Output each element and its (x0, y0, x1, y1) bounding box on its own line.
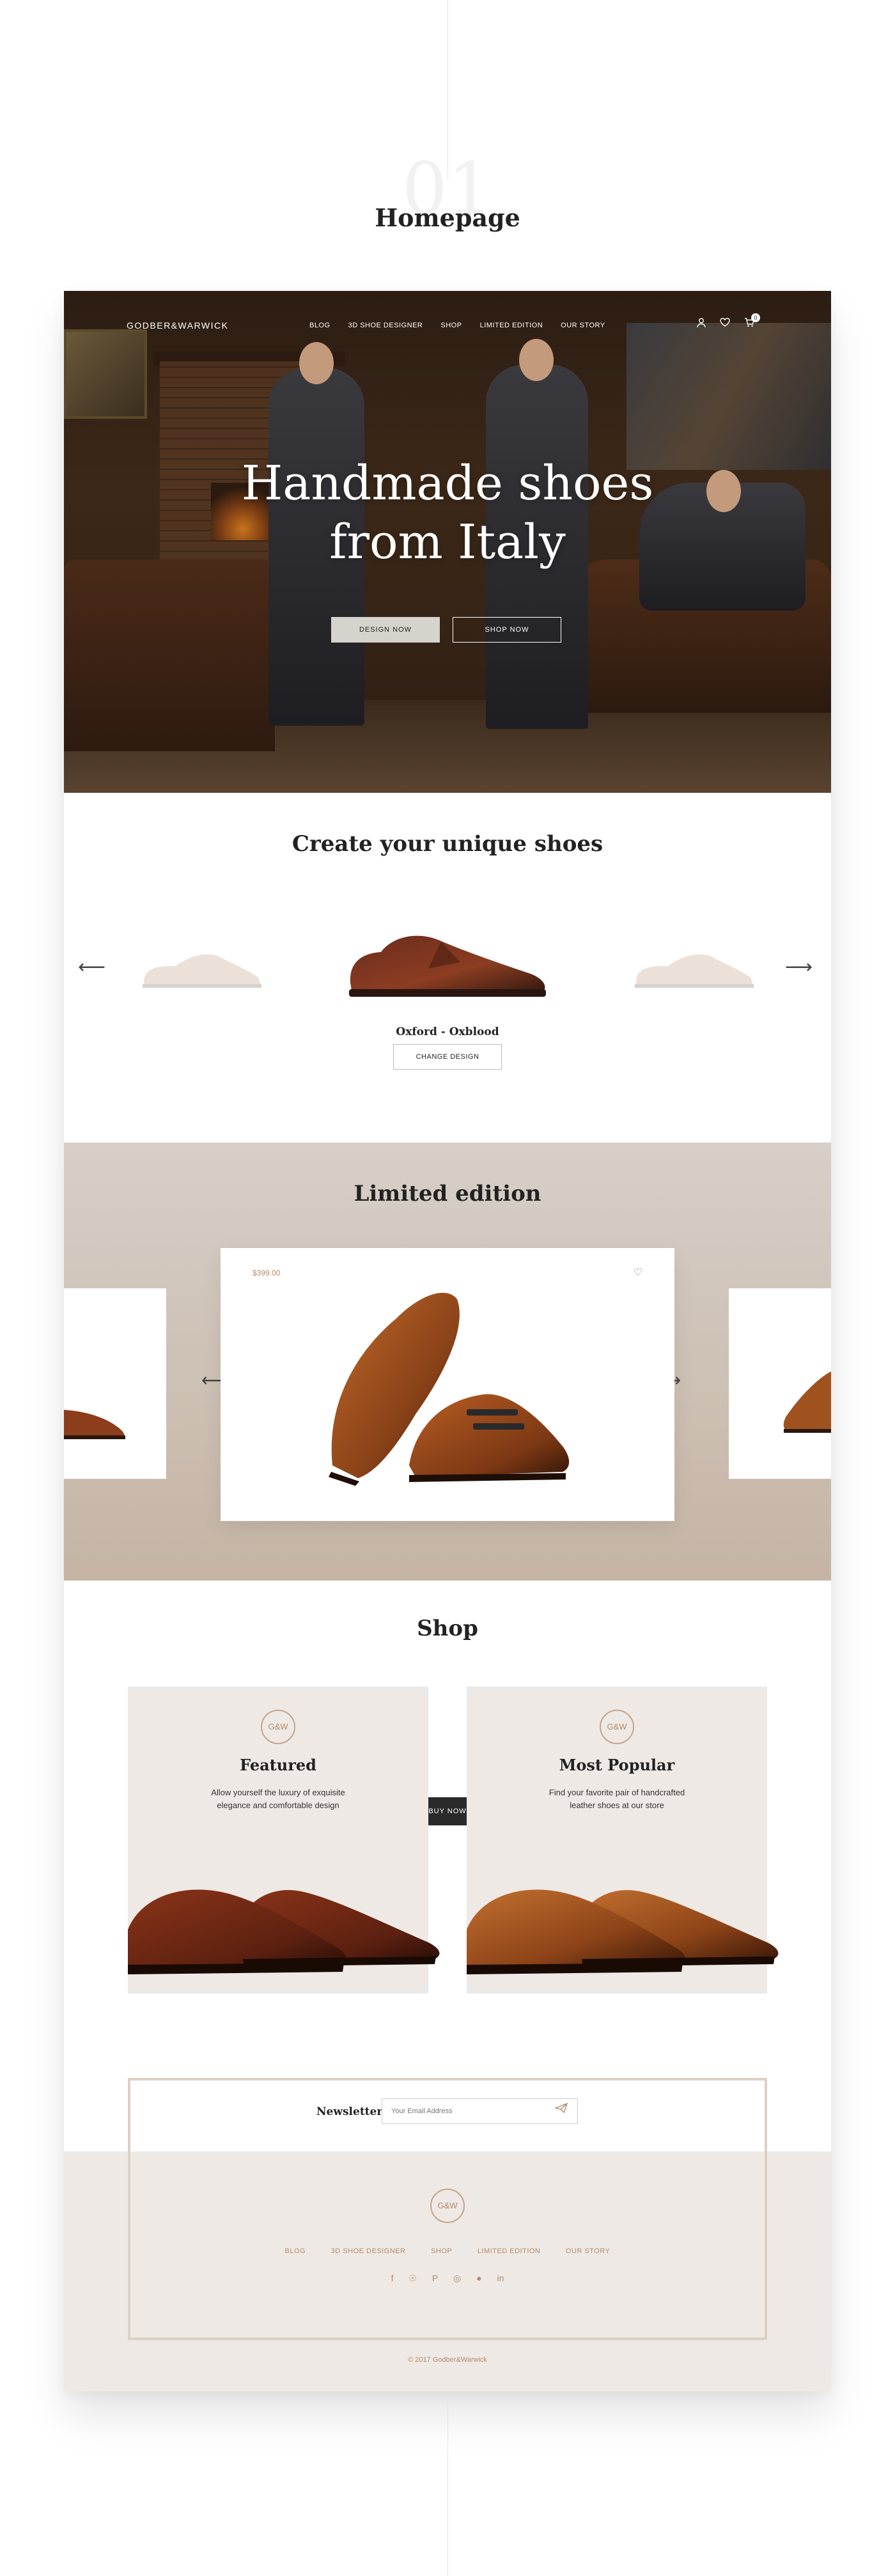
product-card-next[interactable] (729, 1288, 831, 1479)
footer-menu: BLOG 3D SHOE DESIGNER SHOP LIMITED EDITI… (64, 2247, 831, 2255)
shoe-name: Oxford - Oxblood (396, 1026, 499, 1038)
weibo-icon[interactable]: ☉ (409, 2273, 417, 2283)
copyright-text: © 2017 Godber&Warwick (408, 2356, 487, 2364)
monk-strap-shoes-image (329, 1293, 570, 1486)
newsletter-label: Newsletter (316, 2105, 383, 2118)
user-icon[interactable] (697, 318, 706, 331)
brogue-oxblood-shoes-image (128, 1889, 440, 1974)
cap-toe-tan-shoes-image (467, 1889, 779, 1974)
page-label: Homepage (375, 203, 520, 232)
footer-link-blog[interactable]: BLOG (285, 2247, 306, 2255)
model-left-head (299, 342, 334, 384)
heart-icon[interactable] (720, 318, 730, 331)
footer-link-shop[interactable]: SHOP (431, 2247, 452, 2255)
shop-card-title: Most Popular (559, 1756, 675, 1774)
gw-logo-icon: G&W (600, 1710, 634, 1744)
facebook-icon[interactable]: f (391, 2273, 394, 2283)
design-now-button[interactable]: DESIGN NOW (331, 617, 440, 643)
nav-item-blog[interactable]: BLOG (309, 322, 331, 329)
limited-edition-section: Limited edition ⟵ ⟶ $399.00 ♡ (64, 1143, 831, 1581)
email-input[interactable] (382, 2098, 578, 2124)
hero-title-line-1: Handmade shoes (241, 456, 654, 511)
top-navigation: GODBER&WARWICK BLOG 3D SHOE DESIGNER SHO… (64, 291, 831, 342)
linkedin-icon[interactable]: in (497, 2273, 504, 2283)
shop-card-desc-line-1: Allow yourself the luxury of exquisite (211, 1788, 345, 1797)
shop-card-most-popular[interactable]: G&W Most Popular Find your favorite pair… (467, 1687, 779, 1994)
footer-link-our-story[interactable]: OUR STORY (566, 2247, 611, 2255)
limited-section-title: Limited edition (354, 1181, 541, 1206)
bottom-divider-line (447, 2404, 448, 2576)
shop-card-desc-line-1: Find your favorite pair of handcrafted (549, 1788, 685, 1797)
shoe-prev-faded[interactable] (137, 943, 265, 994)
wall-art (626, 323, 831, 470)
wechat-icon[interactable]: ● (476, 2273, 481, 2283)
arrow-left-icon[interactable]: ⟵ (78, 956, 105, 978)
shoe-prev-image (64, 1410, 125, 1439)
shop-card-title: Featured (240, 1756, 316, 1774)
wall-painting (64, 329, 147, 419)
brand-logo[interactable]: GODBER&WARWICK (127, 320, 228, 331)
hero-section: GODBER&WARWICK BLOG 3D SHOE DESIGNER SHO… (64, 291, 831, 793)
pinterest-icon[interactable]: P (432, 2273, 438, 2283)
shop-card-featured[interactable]: G&W Featured Allow yourself the luxury o… (128, 1687, 440, 1994)
gw-logo-icon: G&W (261, 1710, 295, 1744)
cart-count-badge: 0 (751, 313, 760, 322)
shop-card-description: Allow yourself the luxury of exquisite e… (185, 1786, 371, 1812)
shop-card-description: Find your favorite pair of handcrafted l… (524, 1786, 710, 1812)
cart-icon[interactable]: 0 (744, 313, 760, 331)
product-card-prev[interactable] (64, 1288, 166, 1479)
product-price: $399.00 (253, 1268, 281, 1277)
hero-title: Handmade shoes from Italy (64, 454, 831, 572)
model-center-head (519, 339, 554, 381)
shop-section-title: Shop (417, 1616, 478, 1641)
shoe-oxford-oxblood[interactable] (345, 924, 550, 1007)
nav-item-limited-edition[interactable]: LIMITED EDITION (480, 322, 543, 329)
arrow-right-icon[interactable]: ⟶ (785, 956, 813, 978)
wishlist-heart-icon[interactable]: ♡ (634, 1266, 642, 1279)
instagram-icon[interactable]: ◎ (453, 2273, 461, 2283)
nav-item-our-story[interactable]: OUR STORY (561, 322, 605, 329)
nav-item-3d-shoe-designer[interactable]: 3D SHOE DESIGNER (348, 322, 423, 329)
create-section-title: Create your unique shoes (292, 831, 603, 857)
nav-icons: 0 (697, 313, 760, 331)
product-card-featured[interactable]: $399.00 ♡ (221, 1248, 674, 1521)
shop-card-desc-line-2: leather shoes at our store (570, 1800, 664, 1810)
footer-link-limited-edition[interactable]: LIMITED EDITION (478, 2247, 541, 2255)
leather-sofa-left (64, 559, 275, 751)
hero-title-line-2: from Italy (329, 515, 566, 570)
footer-gw-logo-icon[interactable]: G&W (430, 2189, 465, 2223)
main-menu: BLOG 3D SHOE DESIGNER SHOP LIMITED EDITI… (309, 322, 623, 329)
shop-now-button[interactable]: SHOP NOW (453, 617, 561, 643)
nav-item-shop[interactable]: SHOP (440, 322, 462, 329)
shoe-next-faded[interactable] (630, 943, 758, 994)
social-icons: f ☉ P ◎ ● in (64, 2273, 831, 2284)
send-plane-icon[interactable] (554, 2102, 568, 2116)
footer-link-3d-shoe-designer[interactable]: 3D SHOE DESIGNER (331, 2247, 406, 2255)
shop-card-desc-line-2: elegance and comfortable design (217, 1800, 339, 1810)
change-design-button[interactable]: CHANGE DESIGN (393, 1044, 502, 1070)
homepage-mockup: GODBER&WARWICK BLOG 3D SHOE DESIGNER SHO… (64, 291, 831, 2391)
shoe-next-image (783, 1371, 831, 1433)
